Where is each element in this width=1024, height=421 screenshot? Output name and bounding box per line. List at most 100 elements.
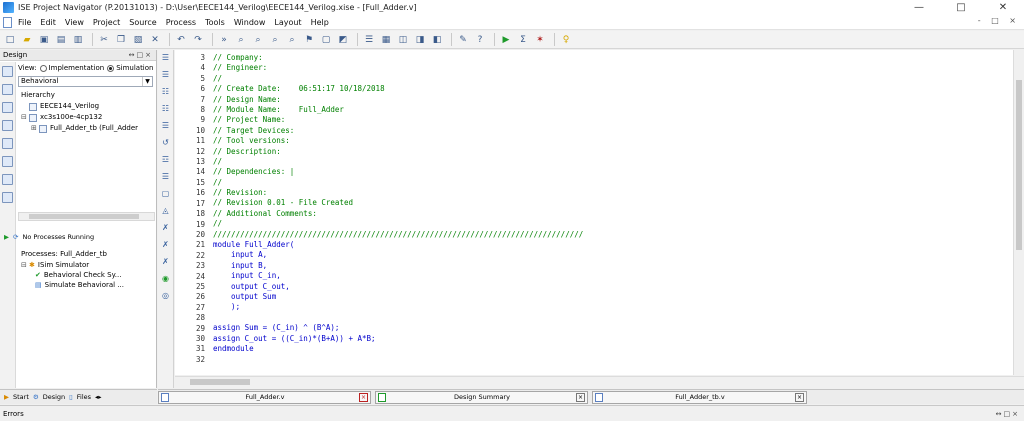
select-icon[interactable]: ◬ <box>161 206 170 215</box>
code-line[interactable]: // Design Name: <box>213 95 1013 105</box>
outdent-icon[interactable]: ☰ <box>161 70 170 79</box>
tab-start[interactable]: Start <box>13 393 29 401</box>
add-source-icon[interactable] <box>2 102 13 113</box>
code-line[interactable]: // Engineer: <box>213 63 1013 73</box>
align-icon[interactable]: ☰ <box>161 121 170 130</box>
find-in-files-icon[interactable]: ⌕ <box>268 33 282 47</box>
menu-process[interactable]: Process <box>166 18 196 27</box>
code-line[interactable]: input A, <box>213 250 1013 260</box>
indent-icon[interactable]: ☰ <box>161 53 170 62</box>
menu-source[interactable]: Source <box>129 18 156 27</box>
comment-icon[interactable]: ☷ <box>161 87 170 96</box>
code-line[interactable]: input C_in, <box>213 271 1013 281</box>
code-line[interactable]: assign Sum = (C_in) ^ (B^A); <box>213 323 1013 333</box>
code-line[interactable]: ); <box>213 302 1013 312</box>
help-icon[interactable]: ? <box>473 33 487 47</box>
waveform-icon[interactable]: ◩ <box>336 33 350 47</box>
undo-icon[interactable]: ↶ <box>174 33 188 47</box>
layout-icon[interactable]: ☰ <box>362 33 376 47</box>
bookmark-set-icon[interactable]: ▢ <box>161 189 170 198</box>
find-next-icon[interactable]: ⌕ <box>251 33 265 47</box>
tree-item[interactable]: ⊟ xc3s100e-4cp132 <box>21 112 138 123</box>
simulation-radio[interactable] <box>107 64 115 72</box>
format-icon[interactable]: ☲ <box>161 155 170 164</box>
module-icon[interactable] <box>2 138 13 149</box>
tab-design-summary[interactable]: Design Summary × <box>375 390 588 404</box>
window-cascade-icon[interactable]: ◫ <box>396 33 410 47</box>
tab-scroll-arrows[interactable]: ◂▸ <box>95 393 102 401</box>
menu-tools[interactable]: Tools <box>205 18 225 27</box>
menu-view[interactable]: View <box>65 18 84 27</box>
run-icon[interactable]: ▶ <box>499 33 513 47</box>
chip-icon[interactable] <box>2 156 13 167</box>
tree-toggle[interactable]: ⊟ <box>21 112 29 123</box>
sum-icon[interactable]: Σ <box>516 33 530 47</box>
lightbulb-icon[interactable]: ♀ <box>559 33 573 47</box>
code-line[interactable]: // Create Date: 06:51:17 10/18/2018 <box>213 84 1013 94</box>
tab-design[interactable]: Design <box>43 393 65 401</box>
code-content[interactable]: // Company:// Engineer://// Create Date:… <box>213 53 1013 365</box>
code-line[interactable]: // Revision: <box>213 188 1013 198</box>
code-editor[interactable]: 3 4 5 6 7 8 9 10 11 12 13 14 15 16 17 18 19 20 21 22 23 24 25 2… <box>175 50 1013 375</box>
code-line[interactable]: // <box>213 219 1013 229</box>
paste-icon[interactable]: ▧ <box>131 33 145 47</box>
cut-icon[interactable]: ✂ <box>97 33 111 47</box>
refresh-icon[interactable]: ⟳ <box>13 233 18 241</box>
next-bookmark-icon[interactable]: ✗ <box>161 240 170 249</box>
close-icon[interactable]: × <box>359 392 368 402</box>
window-restore-icon[interactable]: ◨ <box>413 33 427 47</box>
tree-item[interactable]: ⊞ Full_Adder_tb (Full_Adder <box>21 123 138 134</box>
code-line[interactable] <box>213 313 1013 323</box>
code-line[interactable]: // Dependencies: | <box>213 167 1013 177</box>
design-hscroll[interactable] <box>18 212 155 221</box>
view-dropdown[interactable]: Behavioral ▼ <box>18 76 153 87</box>
code-line[interactable]: output Sum <box>213 292 1013 302</box>
code-line[interactable]: // Target Devices: <box>213 126 1013 136</box>
code-line[interactable]: ////////////////////////////////////////… <box>213 230 1013 240</box>
menu-project[interactable]: Project <box>93 18 120 27</box>
report-icon[interactable] <box>2 192 13 203</box>
hierarchy-icon[interactable] <box>2 84 13 95</box>
new-file-icon[interactable]: □ <box>3 33 17 47</box>
code-line[interactable]: input B, <box>213 261 1013 271</box>
code-line[interactable]: assign C_out = ((C_in)*(B+A)) + A*B; <box>213 334 1013 344</box>
design-panel-controls[interactable]: ↔□× <box>129 51 153 59</box>
toggle-bookmark-icon[interactable]: ✗ <box>161 223 170 232</box>
code-line[interactable]: // Description: <box>213 147 1013 157</box>
tree-item[interactable]: EECE144_Verilog <box>21 101 138 112</box>
code-line[interactable]: endmodule <box>213 344 1013 354</box>
new-source-icon[interactable] <box>2 120 13 131</box>
code-line[interactable]: // Revision 0.01 - File Created <box>213 198 1013 208</box>
process-item[interactable]: ⊟ ✱ ISim Simulator <box>21 260 124 270</box>
tree-toggle[interactable]: ⊟ <box>21 260 29 270</box>
errors-panel-controls[interactable]: ↔□× <box>996 410 1020 418</box>
tab-full-adder[interactable]: Full_Adder.v × <box>158 390 371 404</box>
stop-icon[interactable]: ✶ <box>533 33 547 47</box>
code-line[interactable]: output C_out, <box>213 282 1013 292</box>
stop-icon[interactable]: ◎ <box>161 291 170 300</box>
process-item[interactable]: ✔ Behavioral Check Sy... <box>21 270 124 280</box>
uncomment-icon[interactable]: ☷ <box>161 104 170 113</box>
menu-layout[interactable]: Layout <box>274 18 301 27</box>
find-icon[interactable]: ⌕ <box>234 33 248 47</box>
window-tile-icon[interactable]: ▦ <box>379 33 393 47</box>
redo-icon[interactable]: ↷ <box>191 33 205 47</box>
code-line[interactable]: // <box>213 178 1013 188</box>
chevron-down-icon[interactable]: ▼ <box>142 77 152 86</box>
bookmark-icon[interactable]: ⚑ <box>302 33 316 47</box>
close-icon[interactable]: × <box>576 392 585 402</box>
go-icon[interactable]: ◉ <box>161 274 170 283</box>
mdi-controls[interactable]: - □ × <box>978 16 1020 25</box>
editor-hscroll[interactable] <box>175 376 1024 387</box>
menu-edit[interactable]: Edit <box>40 18 56 27</box>
editor-vscroll[interactable] <box>1013 50 1024 375</box>
save-icon[interactable]: ▣ <box>37 33 51 47</box>
implementation-radio[interactable] <box>39 64 47 72</box>
simulation-label[interactable]: Simulation <box>116 64 153 72</box>
code-line[interactable] <box>213 354 1013 364</box>
replace-icon[interactable]: ⌕ <box>285 33 299 47</box>
close-icon[interactable]: × <box>795 392 804 402</box>
code-line[interactable]: // Project Name: <box>213 115 1013 125</box>
code-line[interactable]: module Full_Adder( <box>213 240 1013 250</box>
close-button[interactable]: ✕ <box>982 0 1024 15</box>
